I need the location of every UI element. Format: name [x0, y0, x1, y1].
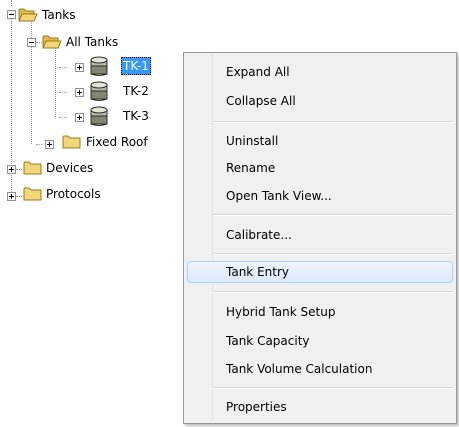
tree-connector: [59, 67, 67, 68]
menu-separator: [214, 387, 453, 389]
tree-node-tk-2[interactable]: TK-2: [121, 82, 151, 100]
expander-plus-icon[interactable]: [75, 113, 84, 122]
menu-separator: [214, 291, 453, 293]
device-tree: Tanks All Tanks TK-1 TK-2 TK-3 Fixed Roo…: [0, 0, 190, 220]
menu-item-calibrate[interactable]: Calibrate...: [187, 224, 453, 246]
tree-node-fixed-roof[interactable]: Fixed Roof: [84, 133, 150, 151]
folder-open-icon: [18, 8, 38, 22]
menu-separator: [214, 214, 453, 216]
folder-closed-icon: [23, 187, 42, 201]
tree-node-tk-3[interactable]: TK-3: [121, 107, 151, 125]
menu-item-uninstall[interactable]: Uninstall: [187, 130, 453, 152]
tree-node-tanks[interactable]: Tanks: [40, 6, 78, 24]
folder-closed-icon: [23, 161, 42, 175]
context-menu: Expand All Collapse All Uninstall Rename…: [183, 52, 457, 424]
tank-icon: [90, 56, 108, 76]
menu-item-properties[interactable]: Properties: [187, 396, 453, 418]
tree-connector: [16, 169, 22, 170]
tank-icon: [90, 81, 108, 101]
menu-item-tank-capacity[interactable]: Tank Capacity: [187, 330, 453, 352]
menu-item-hybrid-tank-setup[interactable]: Hybrid Tank Setup: [187, 301, 453, 323]
menu-item-open-tank-view[interactable]: Open Tank View...: [187, 185, 453, 207]
expander-plus-icon[interactable]: [7, 165, 16, 174]
expander-plus-icon[interactable]: [75, 63, 84, 72]
folder-open-icon: [42, 35, 62, 49]
menu-item-rename[interactable]: Rename: [187, 157, 453, 179]
tree-connector: [59, 92, 67, 93]
menu-item-tank-entry[interactable]: Tank Entry: [187, 261, 453, 283]
folder-closed-icon: [62, 135, 81, 149]
tree-node-all-tanks[interactable]: All Tanks: [64, 33, 120, 51]
expander-plus-icon[interactable]: [7, 192, 16, 201]
tree-node-tk-1[interactable]: TK-1: [121, 57, 151, 75]
expander-plus-icon[interactable]: [75, 88, 84, 97]
menu-item-collapse-all[interactable]: Collapse All: [187, 90, 453, 112]
expander-minus-icon[interactable]: [27, 38, 36, 47]
tree-connector: [55, 47, 56, 117]
tree-node-protocols[interactable]: Protocols: [44, 185, 103, 203]
tank-icon: [90, 106, 108, 126]
expander-plus-icon[interactable]: [45, 140, 54, 149]
tree-node-devices[interactable]: Devices: [44, 159, 95, 177]
tree-connector: [59, 117, 67, 118]
menu-separator: [214, 253, 453, 255]
tree-connector: [11, 0, 12, 6]
tree-connector: [16, 196, 22, 197]
tree-connector: [36, 144, 42, 145]
menu-separator: [214, 121, 453, 123]
expander-minus-icon[interactable]: [7, 10, 16, 19]
menu-item-tank-volume-calculation[interactable]: Tank Volume Calculation: [187, 358, 453, 380]
menu-item-expand-all[interactable]: Expand All: [187, 61, 453, 83]
